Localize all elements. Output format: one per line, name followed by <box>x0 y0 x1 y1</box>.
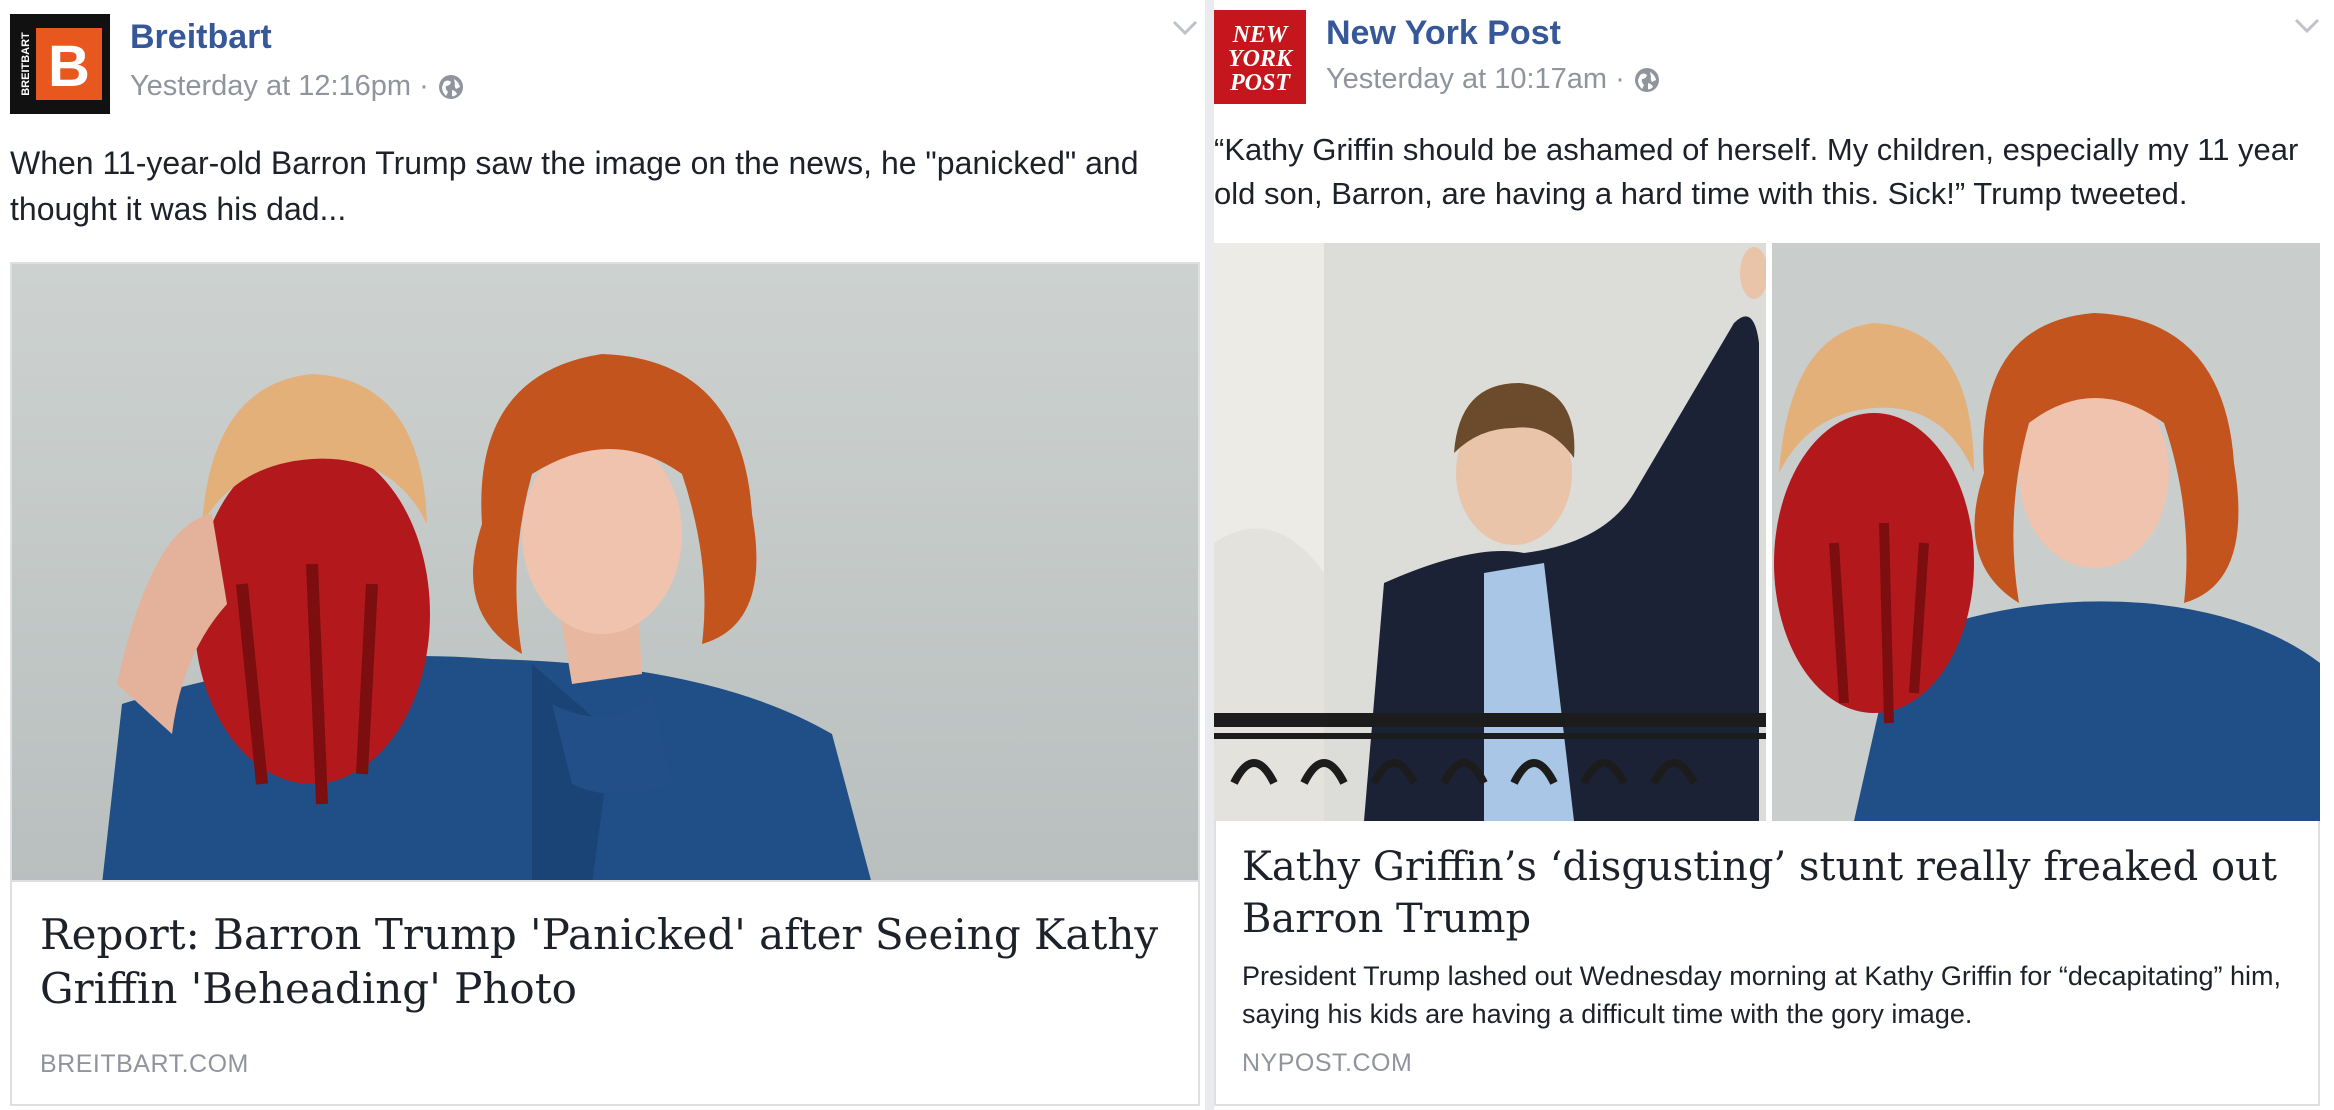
globe-icon <box>438 74 463 99</box>
link-title[interactable]: Report: Barron Trump 'Panicked' after Se… <box>40 908 1170 1016</box>
post-meta: Yesterday at 10:17am · <box>1326 63 1661 96</box>
meta-separator: · <box>419 70 429 102</box>
post-message: When 11-year-old Barron Trump saw the im… <box>10 145 1139 227</box>
link-preview-card[interactable]: Report: Barron Trump 'Panicked' after Se… <box>10 882 1200 1106</box>
photo-barron-griffin <box>1214 243 2320 821</box>
breitbart-logo-sidebar: BREITBART <box>20 32 32 96</box>
post-timestamp[interactable]: Yesterday at 10:17am <box>1326 63 1607 96</box>
globe-icon <box>1634 67 1659 92</box>
link-preview-card[interactable]: Kathy Griffin’s ‘disgusting’ stunt reall… <box>1214 821 2320 1106</box>
link-image[interactable] <box>10 262 1200 882</box>
post-breitbart: B BREITBART Breitbart Yesterday at 12:16… <box>0 0 1205 1110</box>
nypost-logo-line-3: POST <box>1229 70 1291 96</box>
post-timestamp[interactable]: Yesterday at 12:16pm <box>130 70 411 103</box>
breitbart-logo-letter: B <box>48 34 90 99</box>
chevron-down-icon[interactable] <box>1172 12 1198 43</box>
link-title[interactable]: Kathy Griffin’s ‘disgusting’ stunt reall… <box>1242 841 2292 945</box>
photo-griffin <box>12 264 1198 880</box>
nypost-logo-line-2: YORK <box>1228 46 1294 72</box>
post-message: “Kathy Griffin should be ashamed of hers… <box>1214 132 2299 211</box>
nypost-logo-line-1: NEW <box>1232 22 1289 48</box>
breitbart-avatar[interactable]: B BREITBART <box>10 14 110 114</box>
post-meta: Yesterday at 12:16pm · <box>130 70 465 103</box>
chevron-down-icon[interactable] <box>2294 10 2320 41</box>
nypost-logo: NEW YORK POST <box>1214 10 1306 104</box>
link-image[interactable] <box>1214 243 2320 821</box>
link-description: President Trump lashed out Wednesday mor… <box>1242 961 2282 1029</box>
page-name-breitbart[interactable]: Breitbart <box>130 18 272 57</box>
meta-separator: · <box>1615 63 1625 95</box>
page-name-nypost[interactable]: New York Post <box>1326 14 1561 53</box>
nypost-avatar[interactable]: NEW YORK POST <box>1214 10 1306 104</box>
post-nypost: NEW YORK POST New York Post Yesterday at… <box>1214 0 2334 1110</box>
breitbart-logo: B BREITBART <box>10 14 110 114</box>
link-domain: BREITBART.COM <box>40 1050 249 1078</box>
link-domain: NYPOST.COM <box>1242 1049 1413 1077</box>
